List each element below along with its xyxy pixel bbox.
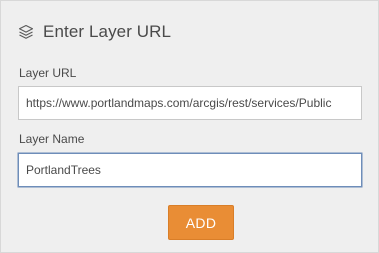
panel-header: Enter Layer URL — [18, 19, 171, 45]
layer-name-input[interactable] — [18, 153, 362, 187]
add-button[interactable]: ADD — [168, 205, 234, 240]
layer-name-label: Layer Name — [19, 132, 85, 146]
layer-url-input[interactable] — [18, 86, 362, 120]
layers-icon — [18, 24, 34, 40]
layer-url-label: Layer URL — [19, 66, 77, 80]
enter-layer-url-panel: Enter Layer URL Layer URL Layer Name ADD — [0, 0, 379, 253]
panel-title: Enter Layer URL — [43, 22, 172, 41]
